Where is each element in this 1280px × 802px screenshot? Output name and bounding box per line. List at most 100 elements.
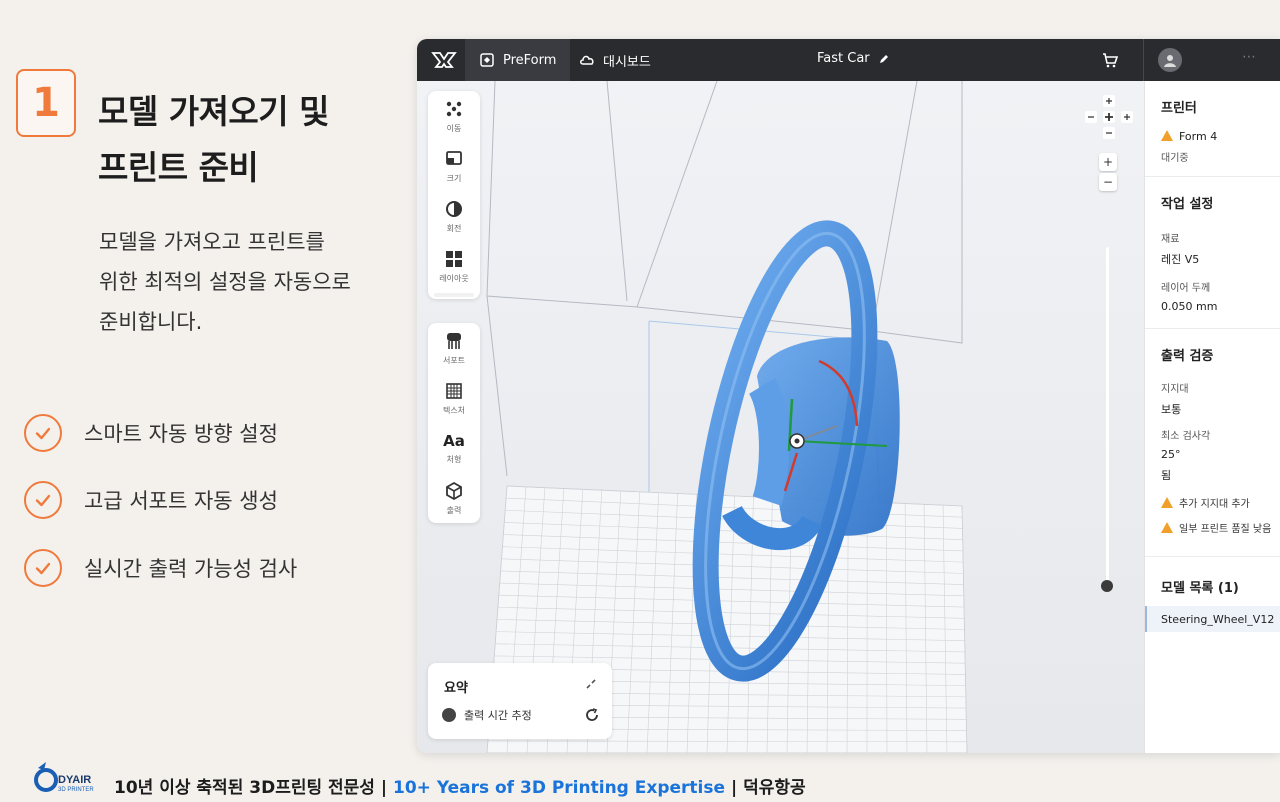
scale-icon: [446, 150, 462, 165]
footer-text-ko: 10년 이상 축적된 3D프린팅 전문성 |: [114, 778, 388, 798]
warning-icon: [1161, 497, 1173, 508]
rotate-icon: [446, 200, 462, 217]
printer-status: 대기중: [1161, 153, 1189, 164]
support-value: 보통: [1161, 403, 1182, 416]
print-validation-section: 출력 검증 지지대 보통 최소 검사각 25° 됨 추가 지지대 추가 일부 프…: [1145, 329, 1280, 557]
tool-texture[interactable]: 텍스처: [428, 373, 480, 423]
tool-layout[interactable]: 레이아웃: [428, 241, 480, 291]
step-desc-line2: 위한 최적의 설정을 자동으로: [99, 270, 351, 294]
clock-icon: [442, 708, 456, 722]
tool-scale[interactable]: 크기: [428, 141, 480, 191]
check-heading: 출력 검증: [1161, 349, 1214, 364]
job-heading: 작업 설정: [1161, 197, 1214, 212]
step-number: 1: [32, 80, 60, 126]
build-volume-scene[interactable]: [417, 81, 1144, 753]
collapse-icon[interactable]: [584, 677, 598, 691]
tool-move[interactable]: 이동: [428, 91, 480, 141]
printer-heading: 프린터: [1161, 101, 1197, 116]
edit-pencil-icon[interactable]: [878, 53, 890, 65]
layer-slider-thumb[interactable]: [1101, 580, 1113, 592]
dyair-logo-icon: DYAIR 3D PRINTER: [34, 762, 94, 793]
top-bar: PreForm 대시보드 Fast Car ⋯: [417, 39, 1280, 81]
step-title: 모델 가져오기 및 프린트 준비: [98, 84, 398, 196]
preform-window: PreForm 대시보드 Fast Car ⋯ 이동 크기 회전 레이아웃 서포…: [417, 39, 1280, 753]
check-circle-icon: [24, 481, 62, 519]
summary-title: 요약: [444, 681, 468, 696]
warning-item[interactable]: 일부 프린트 품질 낮음: [1161, 520, 1271, 535]
footer-tagline: 10년 이상 축적된 3D프린팅 전문성 | 10+ Years of 3D P…: [114, 773, 806, 798]
layer-label: 레이어 두께: [1161, 283, 1211, 294]
tool-supports[interactable]: 서포트: [428, 323, 480, 373]
footer-text-en: 10+ Years of 3D Printing Expertise: [393, 778, 726, 798]
print-icon: [446, 481, 462, 500]
summary-card: 요약 출력 시간 추정: [428, 663, 612, 739]
zoom-in-button[interactable]: +: [1099, 153, 1117, 171]
overflow-icon[interactable]: ⋯: [1242, 49, 1272, 71]
extra-value: 됨: [1161, 469, 1172, 482]
footer: DYAIR 3D PRINTER 10년 이상 축적된 3D프린팅 전문성 | …: [0, 756, 1280, 802]
model-list-section: 모델 목록 (1) Steering_Wheel_V12: [1145, 557, 1280, 632]
tool-label: 레이아웃: [439, 273, 469, 283]
estimate-label: 출력 시간 추정: [464, 709, 532, 722]
material-label: 재료: [1161, 234, 1180, 245]
tool-print[interactable]: 출력: [428, 473, 480, 523]
user-avatar-icon[interactable]: [1158, 48, 1182, 72]
model-list-item[interactable]: Steering_Wheel_V12: [1145, 606, 1280, 632]
printer-selector[interactable]: Form 4: [1161, 130, 1264, 143]
right-panel: 프린터 Form 4 대기중 작업 설정 재료 레진 V5 레이어 두께 0.0…: [1144, 81, 1280, 753]
tool-label: 회전: [446, 223, 462, 233]
supports-icon: [447, 332, 461, 349]
document-title-text: Fast Car: [817, 51, 870, 66]
check-circle-icon: [24, 414, 62, 452]
footer-text-tail: | 덕유항공: [730, 778, 806, 798]
warning-text: 추가 지지대 추가: [1179, 499, 1250, 510]
angle-value: 25°: [1161, 448, 1181, 461]
tab-label: 대시보드: [603, 54, 651, 70]
angle-label: 최소 검사각: [1161, 431, 1211, 442]
move-icon: [446, 101, 462, 116]
cart-icon[interactable]: [1101, 51, 1119, 69]
step-description: 모델을 가져오고 프린트를 위한 최적의 설정을 자동으로 준비합니다.: [99, 222, 399, 342]
step-desc-line1: 모델을 가져오고 프린트를: [99, 230, 325, 254]
feature-item: 실시간 출력 가능성 검사: [24, 549, 297, 587]
zoom-out-button[interactable]: −: [1099, 173, 1117, 191]
print-time-estimate[interactable]: 출력 시간 추정: [442, 707, 532, 723]
view-navigation-pad[interactable]: [1085, 95, 1133, 139]
layer-value: 0.050 mm: [1161, 300, 1218, 313]
warning-item[interactable]: 추가 지지대 추가: [1161, 495, 1264, 510]
top-divider: [1143, 39, 1144, 81]
tab-dashboard[interactable]: 대시보드: [565, 39, 665, 81]
printer-name: Form 4: [1179, 130, 1218, 143]
check-circle-icon: [24, 549, 62, 587]
tool-label: 처형: [446, 454, 462, 464]
tool-rotate[interactable]: 회전: [428, 191, 480, 241]
tool-text[interactable]: Aa 처형: [428, 423, 480, 473]
feature-item: 고급 서포트 자동 생성: [24, 481, 278, 519]
feature-label: 고급 서포트 자동 생성: [84, 489, 278, 513]
tool-label: 크기: [446, 173, 462, 183]
layer-slider-track[interactable]: [1106, 247, 1109, 587]
document-title[interactable]: Fast Car: [817, 51, 890, 66]
prepare-toolbar: 서포트 텍스처 Aa 처형 출력: [428, 323, 480, 523]
feature-label: 실시간 출력 가능성 검사: [84, 557, 298, 581]
tool-label: 텍스처: [442, 405, 466, 415]
cloud-icon: [579, 52, 595, 68]
feature-item: 스마트 자동 방향 설정: [24, 414, 278, 452]
material-value: 레진 V5: [1161, 253, 1200, 266]
3d-viewport[interactable]: 이동 크기 회전 레이아웃 서포트 텍스처 Aa 처형 출력 요약 출력 시간 …: [417, 81, 1144, 753]
transform-toolbar: 이동 크기 회전 레이아웃: [428, 91, 480, 299]
texture-icon: [446, 382, 462, 399]
tab-label: PreForm: [503, 52, 557, 68]
brand-name: DYAIR: [58, 774, 91, 786]
step-title-line2: 프린트 준비: [98, 148, 259, 187]
printer-section: 프린터 Form 4 대기중: [1145, 81, 1280, 177]
step-desc-line3: 준비합니다.: [99, 310, 203, 334]
preform-icon: [479, 52, 495, 68]
brand-sub: 3D PRINTER: [58, 787, 94, 793]
warning-icon: [1161, 130, 1173, 141]
job-setup-section[interactable]: 작업 설정 재료 레진 V5 레이어 두께 0.050 mm: [1145, 177, 1280, 329]
formlabs-logo-icon[interactable]: [431, 50, 457, 70]
refresh-icon[interactable]: [584, 707, 600, 723]
tab-preform[interactable]: PreForm: [465, 39, 571, 81]
step-number-badge: 1: [16, 69, 76, 137]
